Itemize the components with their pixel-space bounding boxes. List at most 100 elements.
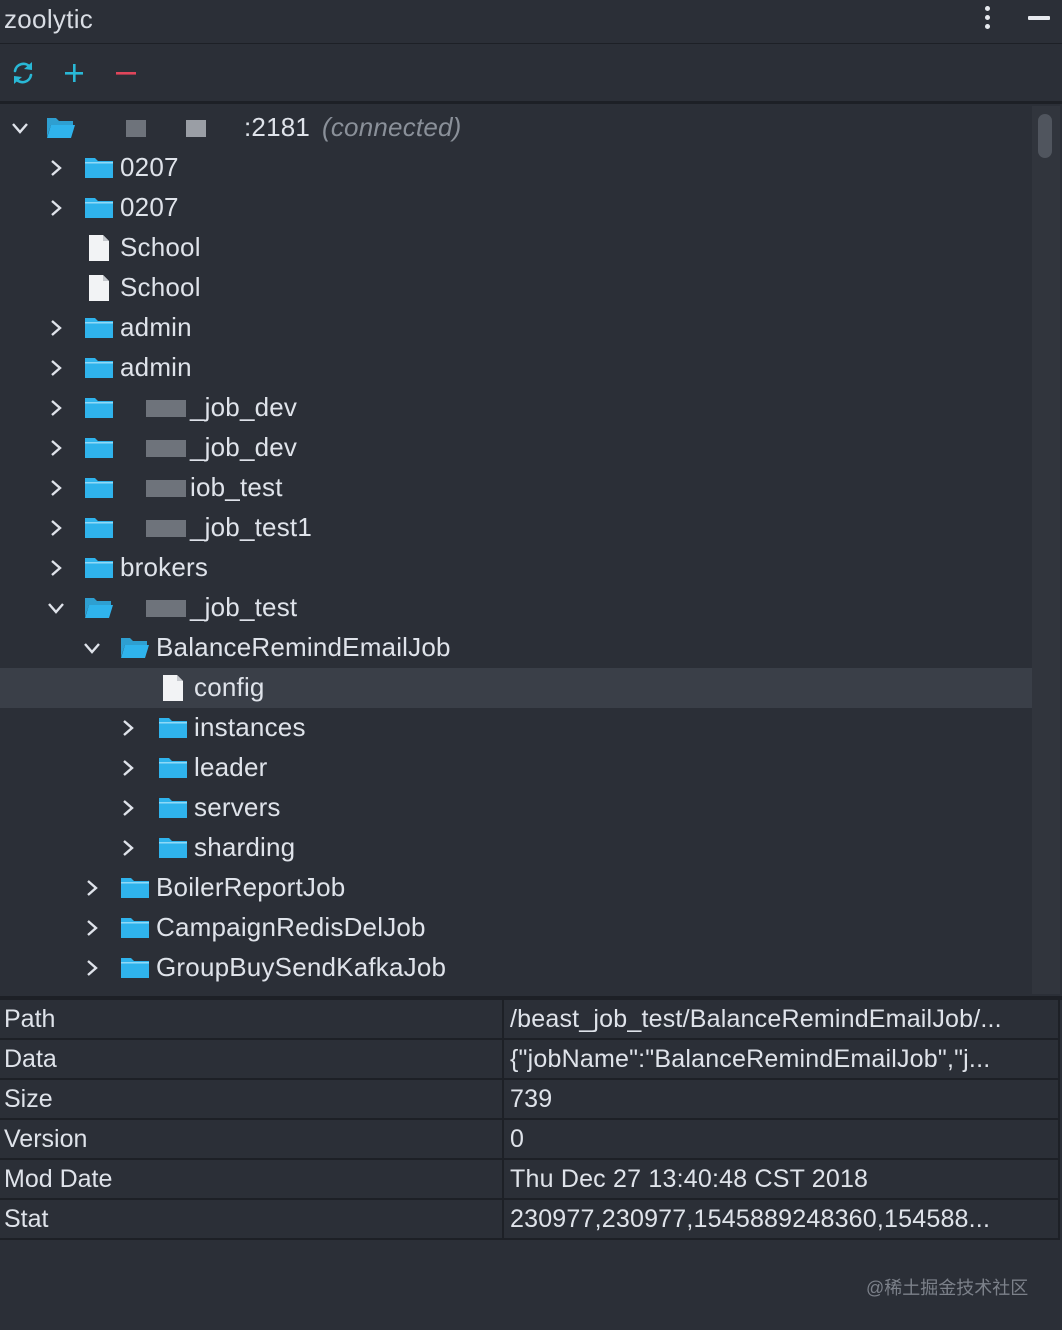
watermark: @稀土掘金技术社区 xyxy=(866,1278,1029,1298)
tree-row[interactable]: _job_dev xyxy=(0,388,1032,428)
chevron-right-icon[interactable] xyxy=(46,318,66,338)
chevron-right-icon[interactable] xyxy=(46,158,66,178)
folder-open-icon xyxy=(84,595,114,621)
more-options-icon[interactable] xyxy=(976,6,1000,32)
tree-row[interactable]: School xyxy=(0,228,1032,268)
tree-row[interactable]: sharding xyxy=(0,828,1032,868)
tree-row[interactable]: School xyxy=(0,268,1032,308)
tree-row[interactable]: 0207 xyxy=(0,148,1032,188)
chevron-right-icon[interactable] xyxy=(118,718,138,738)
minimize-icon[interactable] xyxy=(1022,8,1052,30)
refresh-icon[interactable] xyxy=(8,58,38,88)
property-value[interactable]: 230977,230977,1545889248360,154588... xyxy=(510,1205,1055,1234)
property-value[interactable]: /beast_job_test/BalanceRemindEmailJob/..… xyxy=(510,1005,1055,1034)
property-row: Version 0 xyxy=(0,1120,1060,1160)
table-border xyxy=(1058,1040,1060,1080)
chevron-right-icon[interactable] xyxy=(46,398,66,418)
tree-row[interactable]: instances xyxy=(0,708,1032,748)
redacted-block xyxy=(126,120,146,137)
chevron-down-icon[interactable] xyxy=(46,598,66,618)
folder-icon xyxy=(84,475,114,501)
chevron-right-icon[interactable] xyxy=(46,198,66,218)
tree-row[interactable]: CampaignRedisDelJob xyxy=(0,908,1032,948)
chevron-right-icon[interactable] xyxy=(46,358,66,378)
chevron-down-icon[interactable] xyxy=(82,638,102,658)
tree-node-label: _job_dev xyxy=(190,392,298,422)
tree-node-label: 0207 xyxy=(120,192,179,222)
folder-open-icon xyxy=(46,115,76,141)
chevron-right-icon[interactable] xyxy=(82,878,102,898)
table-border xyxy=(1058,1080,1060,1120)
minus-icon[interactable] xyxy=(111,58,141,88)
tree-node-label: GroupBuySendKafkaJob xyxy=(156,952,447,982)
tree-row[interactable]: GroupBuySendKafkaJob xyxy=(0,948,1032,988)
redacted-block xyxy=(146,600,186,617)
chevron-down-icon[interactable] xyxy=(10,118,30,138)
tree-row[interactable]: brokers xyxy=(0,548,1032,588)
property-row: Path/beast_job_test/BalanceRemindEmailJo… xyxy=(0,1000,1060,1040)
tree-row[interactable]: leader xyxy=(0,748,1032,788)
chevron-right-icon[interactable] xyxy=(46,478,66,498)
connection-status: (connected) xyxy=(322,112,462,142)
tree-row[interactable]: 0207 xyxy=(0,188,1032,228)
property-key: Stat xyxy=(4,1205,49,1233)
tree-row[interactable]: admin xyxy=(0,308,1032,348)
tree-row[interactable]: config xyxy=(0,668,1032,708)
toolbar xyxy=(0,44,1062,104)
tree-node-label: sharding xyxy=(194,832,296,862)
property-row: Stat 230977,230977,1545889248360,154588..… xyxy=(0,1200,1060,1240)
table-border xyxy=(1058,1200,1060,1240)
column-divider xyxy=(502,1080,504,1120)
chevron-right-icon[interactable] xyxy=(118,838,138,858)
redacted-block xyxy=(146,520,186,537)
property-value[interactable]: 0 xyxy=(510,1125,1055,1154)
scrollbar-thumb[interactable] xyxy=(1038,114,1052,158)
tree-node-label: iob_test xyxy=(190,472,283,502)
plus-icon[interactable] xyxy=(59,58,89,88)
folder-open-icon xyxy=(120,635,150,661)
tree-row[interactable]: iob_test xyxy=(0,468,1032,508)
folder-icon xyxy=(120,875,150,901)
column-divider xyxy=(502,1200,504,1240)
tree-node-label: 0207 xyxy=(120,152,179,182)
tree-node-label: brokers xyxy=(120,552,209,582)
folder-icon xyxy=(84,155,114,181)
chevron-right-icon[interactable] xyxy=(82,958,102,978)
tree-node-label: CampaignRedisDelJob xyxy=(156,912,426,942)
app-title: zoolytic xyxy=(4,4,94,34)
tree-node-label: instances xyxy=(194,712,306,742)
property-value[interactable]: 739 xyxy=(510,1085,1055,1114)
tree-row[interactable]: BalanceRemindEmailJob xyxy=(0,628,1032,668)
chevron-right-icon[interactable] xyxy=(46,438,66,458)
tree-node-label: servers xyxy=(194,792,281,822)
tree-row[interactable]: BoilerReportJob xyxy=(0,868,1032,908)
app-window: zoolytic :2181 (connected) 0207 0207 Sch… xyxy=(0,0,1062,1330)
file-icon xyxy=(158,675,188,701)
tree-row[interactable]: _job_test1 xyxy=(0,508,1032,548)
chevron-right-icon[interactable] xyxy=(118,758,138,778)
property-row: Data {"jobName":"BalanceRemindEmailJob","… xyxy=(0,1040,1060,1080)
chevron-right-icon[interactable] xyxy=(82,918,102,938)
tree-row[interactable]: servers xyxy=(0,788,1032,828)
tree-row[interactable]: admin xyxy=(0,348,1032,388)
folder-icon xyxy=(120,915,150,941)
tree-scrollbar[interactable] xyxy=(1032,106,1060,994)
table-border xyxy=(1058,1120,1060,1160)
folder-icon xyxy=(84,515,114,541)
property-row: Mod Date Thu Dec 27 13:40:48 CST 2018 xyxy=(0,1160,1060,1200)
folder-icon xyxy=(158,795,188,821)
chevron-right-icon[interactable] xyxy=(46,518,66,538)
tree-node-label: leader xyxy=(194,752,268,782)
chevron-right-icon[interactable] xyxy=(46,558,66,578)
property-value[interactable]: {"jobName":"BalanceRemindEmailJob","j... xyxy=(510,1045,1055,1074)
chevron-right-icon[interactable] xyxy=(118,798,138,818)
tree-node-label: School xyxy=(120,232,201,262)
folder-icon xyxy=(84,555,114,581)
folder-icon xyxy=(84,195,114,221)
tree-node-label: _job_test xyxy=(190,592,298,622)
tree-row[interactable]: :2181 (connected) xyxy=(0,108,1032,148)
tree-row[interactable]: _job_test xyxy=(0,588,1032,628)
redacted-block xyxy=(186,120,206,137)
tree-row[interactable]: _job_dev xyxy=(0,428,1032,468)
property-value[interactable]: Thu Dec 27 13:40:48 CST 2018 xyxy=(510,1165,1055,1194)
